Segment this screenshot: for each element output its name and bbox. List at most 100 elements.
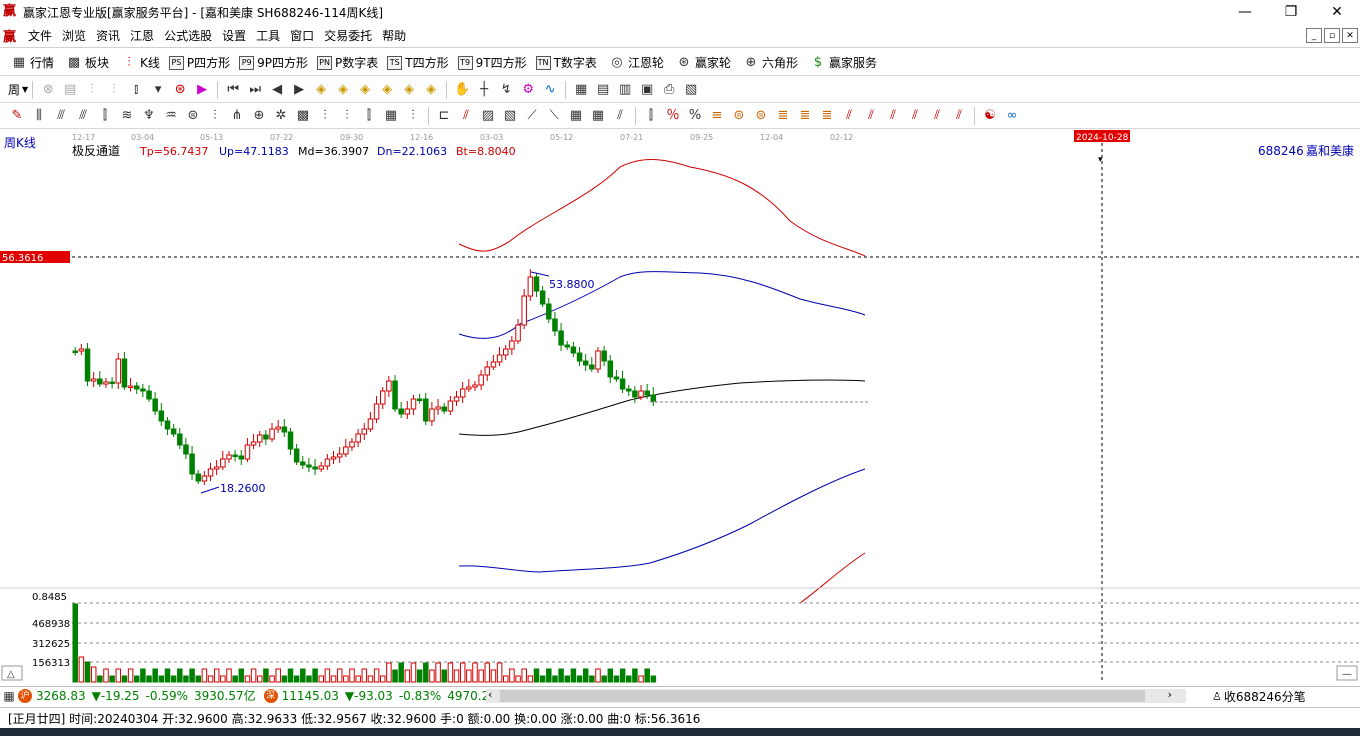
diamond-2-icon[interactable]: ◈ xyxy=(334,81,352,99)
tick-detail-label[interactable]: ♙ 收688246分笔 xyxy=(1212,688,1306,705)
diamond-5-icon[interactable]: ◈ xyxy=(400,81,418,99)
fib-2-icon[interactable]: ％ xyxy=(664,107,682,125)
save-icon[interactable]: ▣ xyxy=(638,81,656,99)
menu-tools[interactable]: 工具 xyxy=(251,27,285,44)
kline-chart-panel[interactable]: 12-17 03-04 05-13 07-22 09-30 12-16 03-0… xyxy=(0,129,1360,683)
draw-2-icon[interactable]: ⚙ xyxy=(519,81,537,99)
gann-tool-9-icon[interactable]: ⫶ xyxy=(206,107,224,125)
tool-3-icon[interactable]: ⫶ xyxy=(83,81,101,99)
first-icon[interactable]: ⏮ xyxy=(224,81,242,99)
right-icon[interactable]: ▶ xyxy=(290,81,308,99)
gann-tool-13-icon[interactable]: ▩ xyxy=(294,107,312,125)
gann-tool-27-icon[interactable]: ⫽ xyxy=(611,107,629,125)
draw-3-icon[interactable]: ∿ xyxy=(541,81,559,99)
scroll-left-icon[interactable]: ‹ xyxy=(488,688,492,701)
fib-4-icon[interactable]: ⊜ xyxy=(730,107,748,125)
fib-12-icon[interactable]: ⫽ xyxy=(906,107,924,125)
doc-1-icon[interactable]: ▤ xyxy=(594,81,612,99)
kline-chart[interactable]: 12-17 03-04 05-13 07-22 09-30 12-16 03-0… xyxy=(0,129,1360,683)
pen-icon[interactable]: ✎ xyxy=(8,107,26,125)
crosshair-icon[interactable]: ┼ xyxy=(475,81,493,99)
gann-tool-17-icon[interactable]: ▦ xyxy=(382,107,400,125)
print-icon[interactable]: ⎙ xyxy=(660,81,678,99)
fib-3-icon[interactable]: ≡ xyxy=(708,107,726,125)
gann-tool-8-icon[interactable]: ⊜ xyxy=(184,107,202,125)
hexagon-button[interactable]: ⊕ 六角形 xyxy=(740,54,798,72)
diamond-1-icon[interactable]: ◈ xyxy=(312,81,330,99)
hand-icon[interactable]: ✋ xyxy=(453,81,471,99)
fib-14-icon[interactable]: ⫽ xyxy=(950,107,968,125)
fib-5-icon[interactable]: ⊜ xyxy=(752,107,770,125)
export-icon[interactable]: ▧ xyxy=(682,81,700,99)
minimize-button[interactable]: — xyxy=(1222,0,1268,24)
gann-tool-3-icon[interactable]: ⫻ xyxy=(74,107,92,125)
diamond-4-icon[interactable]: ◈ xyxy=(378,81,396,99)
tool-2-icon[interactable]: ▤ xyxy=(61,81,79,99)
tool-6-icon[interactable]: ▾ xyxy=(149,81,167,99)
scroll-right-icon[interactable]: › xyxy=(1168,688,1172,701)
gann-tool-10-icon[interactable]: ⋔ xyxy=(228,107,246,125)
fib-1-icon[interactable]: ⫿ xyxy=(642,107,660,125)
gann-tool-5-icon[interactable]: ≋ xyxy=(118,107,136,125)
maximize-button[interactable]: ❐ xyxy=(1268,0,1314,24)
mdi-close-button[interactable]: ✕ xyxy=(1342,28,1358,43)
gann-tool-15-icon[interactable]: ⫶ xyxy=(338,107,356,125)
menu-formula[interactable]: 公式选股 xyxy=(159,27,217,44)
tool-7-icon[interactable]: ⊛ xyxy=(171,81,189,99)
kline-button[interactable]: ⫶ K线 xyxy=(118,54,160,72)
menu-help[interactable]: 帮助 xyxy=(377,27,411,44)
infinity-icon[interactable]: ∞ xyxy=(1003,107,1021,125)
gann-tool-22-icon[interactable]: ▧ xyxy=(501,107,519,125)
gann-tool-26-icon[interactable]: ▦ xyxy=(589,107,607,125)
diamond-3-icon[interactable]: ◈ xyxy=(356,81,374,99)
gann-tool-11-icon[interactable]: ⊕ xyxy=(250,107,268,125)
diamond-6-icon[interactable]: ◈ xyxy=(422,81,440,99)
sector-button[interactable]: ▩ 板块 xyxy=(63,54,109,72)
fib-6-icon[interactable]: ≣ xyxy=(774,107,792,125)
gann-tool-21-icon[interactable]: ▨ xyxy=(479,107,497,125)
gann-tool-2-icon[interactable]: ⫻ xyxy=(52,107,70,125)
quotes-button[interactable]: ▦ 行情 xyxy=(8,54,54,72)
gann-tool-19-icon[interactable]: ⊏ xyxy=(435,107,453,125)
left-icon[interactable]: ◀ xyxy=(268,81,286,99)
menu-window[interactable]: 窗口 xyxy=(285,27,319,44)
fib-13-icon[interactable]: ⫽ xyxy=(928,107,946,125)
gann-tool-24-icon[interactable]: ⟍ xyxy=(545,107,563,125)
gann-tool-7-icon[interactable]: ♒ xyxy=(162,107,180,125)
menu-browse[interactable]: 浏览 xyxy=(57,27,91,44)
gann-tool-14-icon[interactable]: ⫶ xyxy=(316,107,334,125)
yin-yang-icon[interactable]: ☯ xyxy=(981,107,999,125)
gann-tool-18-icon[interactable]: ⫶ xyxy=(404,107,422,125)
scroll-thumb[interactable] xyxy=(500,690,1145,702)
doc-2-icon[interactable]: ▥ xyxy=(616,81,634,99)
close-button[interactable]: ✕ xyxy=(1314,0,1360,24)
last-icon[interactable]: ⏭ xyxy=(246,81,264,99)
gann-tool-6-icon[interactable]: ♆ xyxy=(140,107,158,125)
calendar-icon[interactable]: ▦ xyxy=(572,81,590,99)
9t-square-button[interactable]: T9 9T四方形 xyxy=(457,54,527,71)
tool-1-icon[interactable]: ⊗ xyxy=(39,81,57,99)
fib-9-icon[interactable]: ⫽ xyxy=(840,107,858,125)
t-square-button[interactable]: TS T四方形 xyxy=(387,54,449,71)
menu-settings[interactable]: 设置 xyxy=(217,27,251,44)
fib-11-icon[interactable]: ⫽ xyxy=(884,107,902,125)
gann-tool-4-icon[interactable]: ⫿ xyxy=(96,107,114,125)
menu-gann[interactable]: 江恩 xyxy=(125,27,159,44)
gann-tool-12-icon[interactable]: ✲ xyxy=(272,107,290,125)
tool-8-icon[interactable]: ▶ xyxy=(193,81,211,99)
gann-tool-1-icon[interactable]: ⫼ xyxy=(30,107,48,125)
horizontal-scrollbar[interactable]: ‹ › xyxy=(486,688,1186,703)
fib-7-icon[interactable]: ≣ xyxy=(796,107,814,125)
fib-10-icon[interactable]: ⫽ xyxy=(862,107,880,125)
fib-8-icon[interactable]: ≣ xyxy=(818,107,836,125)
draw-1-icon[interactable]: ↯ xyxy=(497,81,515,99)
tool-4-icon[interactable]: ⫶ xyxy=(105,81,123,99)
service-button[interactable]: $ 赢家服务 xyxy=(807,54,877,72)
winner-wheel-button[interactable]: ⊛ 赢家轮 xyxy=(673,54,731,72)
gann-tool-16-icon[interactable]: ⫿ xyxy=(360,107,378,125)
mdi-restore-button[interactable]: ▫ xyxy=(1324,28,1340,43)
grid-icon[interactable]: ▦ xyxy=(2,687,16,705)
gann-tool-20-icon[interactable]: ⫽ xyxy=(457,107,475,125)
menu-trade[interactable]: 交易委托 xyxy=(319,27,377,44)
p-square-button[interactable]: PS P四方形 xyxy=(168,54,230,71)
